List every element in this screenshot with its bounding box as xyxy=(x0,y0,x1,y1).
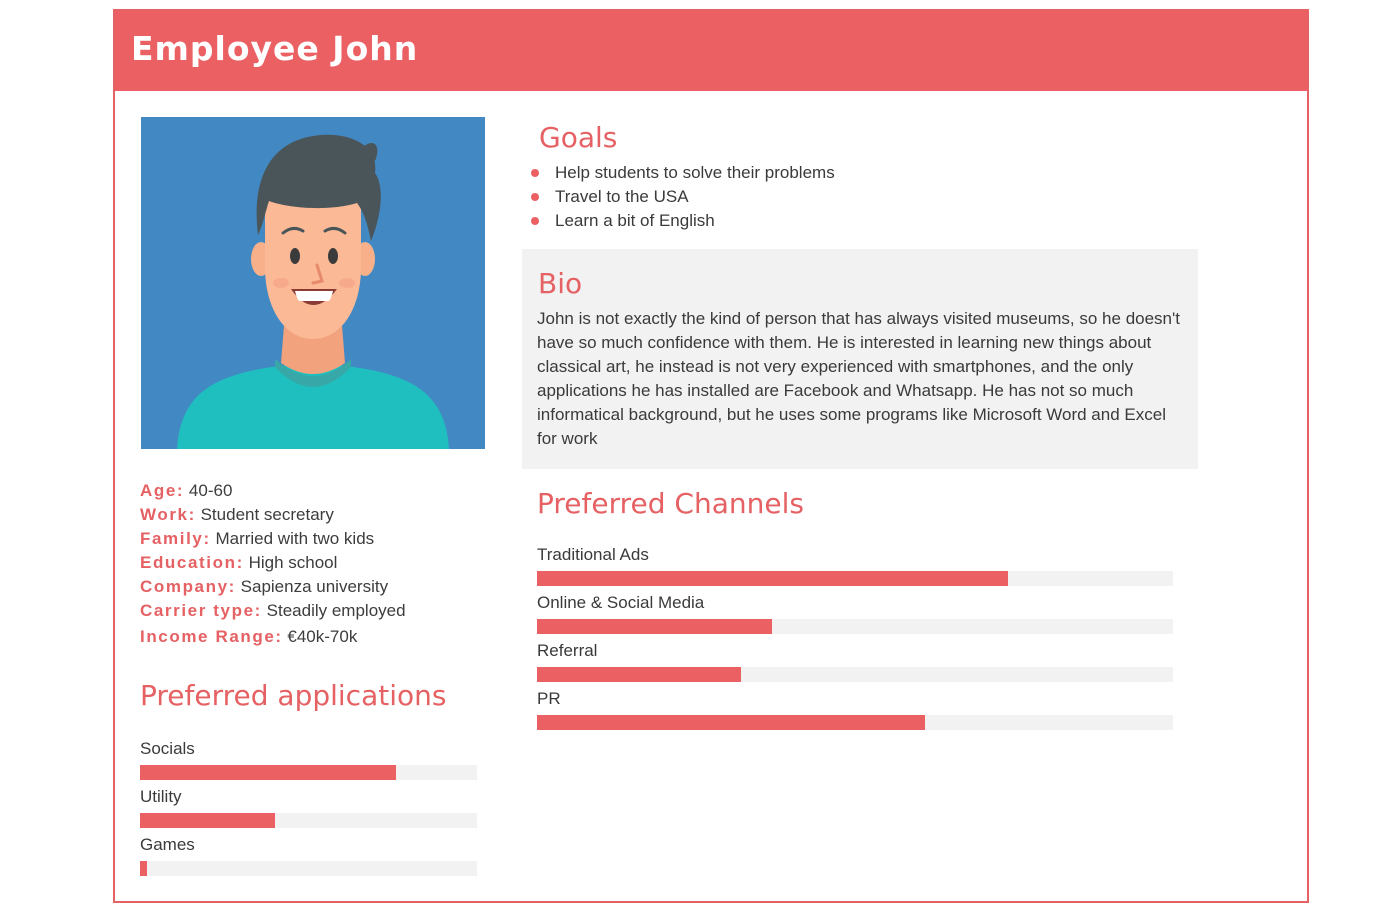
channel-bar-label: Referral xyxy=(537,641,598,660)
channel-bar-label: PR xyxy=(537,689,561,708)
detail-work: Work: Student secretary xyxy=(140,503,500,527)
persona-card: Employee John Age: 40-60 Work: Student s… xyxy=(113,9,1309,903)
persona-details: Age: 40-60 Work: Student secretary Famil… xyxy=(140,479,500,649)
detail-family: Family: Married with two kids xyxy=(140,527,500,551)
channel-bar-track xyxy=(537,667,1173,682)
app-bar-track xyxy=(140,765,477,780)
detail-key: Company: xyxy=(140,577,236,596)
goal-text: Help students to solve their problems xyxy=(555,163,835,182)
app-bar-item: Socials xyxy=(140,739,477,787)
channel-bar-fill xyxy=(537,667,741,682)
detail-key: Carrier type: xyxy=(140,601,262,620)
detail-key: Education: xyxy=(140,553,244,572)
detail-key: Age: xyxy=(140,481,185,500)
goals-title: Goals xyxy=(539,121,618,154)
app-bar-label: Socials xyxy=(140,739,195,758)
detail-education: Education: High school xyxy=(140,551,500,575)
detail-value: 40-60 xyxy=(188,481,233,500)
app-bar-track xyxy=(140,861,477,876)
detail-carrier-type: Carrier type: Steadily employed xyxy=(140,599,500,623)
detail-value: €40k-70k xyxy=(287,627,358,646)
detail-age: Age: 40-60 xyxy=(140,479,500,503)
channel-bar-label: Traditional Ads xyxy=(537,545,649,564)
bullet-icon xyxy=(531,217,539,225)
detail-value: Steadily employed xyxy=(266,601,406,620)
app-bar-fill xyxy=(140,861,147,876)
goals-list: Help students to solve their problems Tr… xyxy=(529,161,835,233)
goal-item: Help students to solve their problems xyxy=(529,161,835,185)
channel-bar-fill xyxy=(537,715,925,730)
channel-bar-fill xyxy=(537,571,1008,586)
detail-key: Income Range: xyxy=(140,627,283,646)
app-bar-fill xyxy=(140,765,397,780)
channel-bar-label: Online & Social Media xyxy=(537,593,705,612)
detail-income-range: Income Range: €40k-70k xyxy=(140,625,500,649)
goal-text: Learn a bit of English xyxy=(555,211,715,230)
channel-bar-item: PR xyxy=(537,689,1173,737)
app-bar-label: Utility xyxy=(140,787,182,806)
bio-section: Bio John is not exactly the kind of pers… xyxy=(522,249,1198,469)
bio-title: Bio xyxy=(538,267,583,300)
man-avatar-icon xyxy=(141,117,485,449)
preferred-channels-title: Preferred Channels xyxy=(537,487,804,520)
app-bar-fill xyxy=(140,813,275,828)
detail-value: High school xyxy=(248,553,338,572)
persona-header: Employee John xyxy=(115,11,1307,91)
preferred-channels-bars: Traditional Ads Online & Social Media Re… xyxy=(537,545,1173,737)
avatar-illustration xyxy=(177,134,449,449)
app-bar-item: Utility xyxy=(140,787,477,835)
channel-bar-fill xyxy=(537,619,773,634)
preferred-applications-title: Preferred applications xyxy=(140,679,447,712)
app-bar-label: Games xyxy=(140,835,195,854)
channel-bar-item: Traditional Ads xyxy=(537,545,1173,593)
channel-bar-track xyxy=(537,619,1173,634)
detail-value: Married with two kids xyxy=(215,529,375,548)
bullet-icon xyxy=(531,169,539,177)
channel-bar-item: Online & Social Media xyxy=(537,593,1173,641)
bullet-icon xyxy=(531,193,539,201)
goal-item: Learn a bit of English xyxy=(529,209,835,233)
preferred-applications-bars: Socials Utility Games xyxy=(140,739,477,883)
persona-title: Employee John xyxy=(131,29,419,68)
detail-company: Company: Sapienza university xyxy=(140,575,500,599)
channel-bar-track xyxy=(537,715,1173,730)
detail-key: Work: xyxy=(140,505,196,524)
app-bar-track xyxy=(140,813,477,828)
goal-item: Travel to the USA xyxy=(529,185,835,209)
detail-value: Sapienza university xyxy=(240,577,389,596)
detail-key: Family: xyxy=(140,529,211,548)
bio-text: John is not exactly the kind of person t… xyxy=(537,309,1180,448)
channel-bar-item: Referral xyxy=(537,641,1173,689)
app-bar-item: Games xyxy=(140,835,477,883)
goal-text: Travel to the USA xyxy=(555,187,689,206)
channel-bar-track xyxy=(537,571,1173,586)
detail-value: Student secretary xyxy=(200,505,334,524)
